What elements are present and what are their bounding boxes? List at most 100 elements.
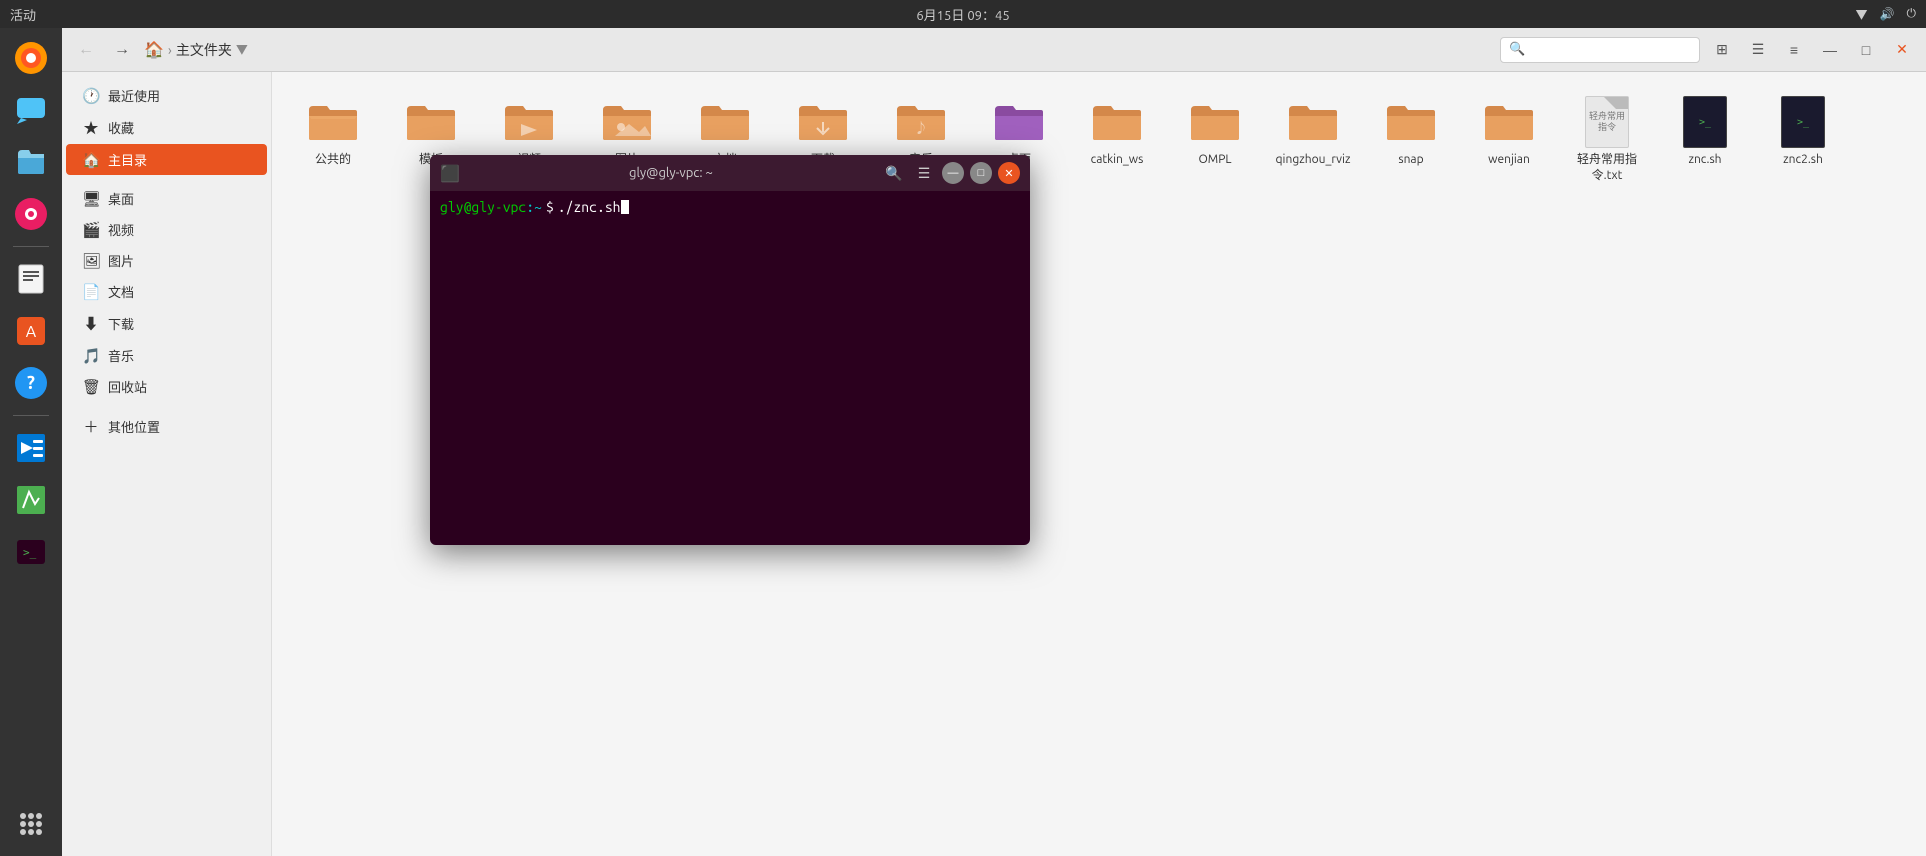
file-znc-sh-label: znc.sh [1688, 152, 1721, 168]
terminal-path: :~ [526, 199, 542, 215]
list-item[interactable]: >_ znc.sh [1660, 88, 1750, 191]
folder-snap-icon [1385, 96, 1437, 148]
dock-item-texteditor[interactable] [7, 255, 55, 303]
sidebar-item-other[interactable]: ＋ 其他位置 [66, 410, 267, 443]
dock-bottom [7, 800, 55, 848]
dock-item-vscode[interactable] [7, 424, 55, 472]
file-znc-sh-icon: >_ [1679, 96, 1731, 148]
folder-desktop-icon [993, 96, 1045, 148]
picture-folder-icon: 🖼 [82, 252, 100, 270]
close-button[interactable]: ✕ [1888, 36, 1916, 64]
terminal-close-button[interactable]: ✕ [998, 162, 1020, 184]
list-item[interactable]: wenjian [1464, 88, 1554, 191]
file-znc2-sh-label: znc2.sh [1783, 152, 1823, 168]
star-icon: ★ [82, 117, 100, 138]
sidebar-home-label: 主目录 [108, 150, 147, 169]
path-dropdown-icon[interactable]: ▼ [236, 41, 248, 58]
top-bar: 活动 6月15日 09：45 ▼ 🔊 ⏻ [0, 0, 1926, 28]
desktop-icon: 🖥 [82, 190, 100, 208]
datetime-label: 6月15日 09：45 [916, 5, 1009, 24]
power-icon[interactable]: ⏻ [1907, 7, 1917, 21]
list-item[interactable]: 公共的 [288, 88, 378, 191]
fm-toolbar-right: 🔍 ⊞ ☰ ≡ — □ ✕ [1500, 36, 1916, 64]
list-item[interactable]: OMPL [1170, 88, 1260, 191]
dock-show-apps[interactable] [7, 800, 55, 848]
sidebar-item-download[interactable]: ⬇ 下载 [66, 307, 267, 340]
search-icon: 🔍 [1509, 42, 1525, 57]
folder-public-label: 公共的 [315, 152, 351, 168]
fm-search-box[interactable]: 🔍 [1500, 37, 1700, 63]
folder-document-icon [699, 96, 751, 148]
file-txt-icon: 轻舟常用指令 [1581, 96, 1633, 148]
sidebar-item-starred[interactable]: ★ 收藏 [66, 111, 267, 144]
folder-snap-label: snap [1398, 152, 1423, 168]
sidebar-picture-label: 图片 [108, 251, 134, 270]
fm-toolbar: ← → 🏠 › 主文件夹 ▼ 🔍 ⊞ ☰ ≡ — □ ✕ [62, 28, 1926, 72]
back-button[interactable]: ← [72, 36, 100, 64]
terminal-maximize-button[interactable]: □ [970, 162, 992, 184]
list-item[interactable]: qingzhou_rviz [1268, 88, 1358, 191]
maximize-button[interactable]: □ [1852, 36, 1880, 64]
terminal-minimize-button[interactable]: — [942, 162, 964, 184]
sidebar-item-document[interactable]: 📄 文档 [66, 276, 267, 307]
terminal-user: gly@gly-vpc [440, 199, 526, 215]
folder-catkin-icon [1091, 96, 1143, 148]
download-folder-icon: ⬇ [82, 313, 100, 334]
terminal-titlebar-left: ⬛ [440, 164, 460, 183]
terminal-menu-button[interactable]: ☰ [912, 161, 936, 185]
list-item[interactable]: >_ znc2.sh [1758, 88, 1848, 191]
list-item[interactable]: snap [1366, 88, 1456, 191]
sidebar-desktop-label: 桌面 [108, 189, 134, 208]
music-folder-icon: 🎵 [82, 347, 100, 365]
terminal-cursor [621, 200, 629, 214]
fm-path-bar: 🏠 › 主文件夹 ▼ [144, 40, 1492, 60]
dock-item-music[interactable] [7, 190, 55, 238]
dock-item-terminal[interactable]: >_ [7, 528, 55, 576]
folder-catkin-label: catkin_ws [1091, 152, 1144, 168]
home-icon: 🏠 [82, 151, 100, 169]
plus-icon: ＋ [82, 416, 100, 437]
home-path-icon[interactable]: 🏠 [144, 40, 164, 59]
terminal-search-button[interactable]: 🔍 [882, 161, 906, 185]
view-list-button[interactable]: ☰ [1744, 36, 1772, 64]
list-item[interactable]: 轻舟常用指令 轻舟常用指令.txt [1562, 88, 1652, 191]
path-separator: › [168, 42, 172, 58]
dock-item-help[interactable]: ? [7, 359, 55, 407]
sidebar-item-recent[interactable]: 🕐 最近使用 [66, 80, 267, 111]
dock-item-files[interactable] [7, 138, 55, 186]
search-input[interactable] [1529, 42, 1691, 57]
sidebar-item-music[interactable]: 🎵 音乐 [66, 340, 267, 371]
terminal-body[interactable]: gly@gly-vpc :~ $ ./znc.sh [430, 191, 1030, 545]
video-folder-icon: 🎬 [82, 221, 100, 239]
view-grid-button[interactable]: ⊞ [1708, 36, 1736, 64]
list-item[interactable]: catkin_ws [1072, 88, 1162, 191]
dock-item-appstore[interactable]: A [7, 307, 55, 355]
trash-icon: 🗑 [82, 378, 100, 396]
folder-download-icon [797, 96, 849, 148]
minimize-button[interactable]: — [1816, 36, 1844, 64]
menu-button[interactable]: ≡ [1780, 36, 1808, 64]
network-icon[interactable]: ▼ [1856, 6, 1868, 23]
sidebar-item-desktop[interactable]: 🖥 桌面 [66, 183, 267, 214]
sidebar-trash-label: 回收站 [108, 377, 147, 396]
sidebar-item-picture[interactable]: 🖼 图片 [66, 245, 267, 276]
folder-template-icon [405, 96, 457, 148]
sidebar-item-video[interactable]: 🎬 视频 [66, 214, 267, 245]
sidebar-item-home[interactable]: 🏠 主目录 [66, 144, 267, 175]
dock-item-firefox[interactable] [7, 34, 55, 82]
terminal-titlebar-right: 🔍 ☰ — □ ✕ [882, 161, 1020, 185]
folder-wenjian-label: wenjian [1488, 152, 1530, 168]
forward-button[interactable]: → [108, 36, 136, 64]
terminal-prompt: gly@gly-vpc :~ $ ./znc.sh [440, 199, 1020, 215]
folder-qingzhou-icon [1287, 96, 1339, 148]
sidebar-download-label: 下载 [108, 314, 134, 333]
sidebar-item-trash[interactable]: 🗑 回收站 [66, 371, 267, 402]
fm-sidebar: 🕐 最近使用 ★ 收藏 🏠 主目录 🖥 桌面 🎬 视频 🖼 [62, 72, 272, 856]
volume-icon[interactable]: 🔊 [1880, 7, 1895, 21]
file-znc2-sh-icon: >_ [1777, 96, 1829, 148]
activities-label[interactable]: 活动 [10, 5, 36, 24]
sidebar-video-label: 视频 [108, 220, 134, 239]
dock-item-chat[interactable] [7, 86, 55, 134]
dock-item-editor2[interactable] [7, 476, 55, 524]
path-current[interactable]: 主文件夹 [176, 40, 232, 60]
